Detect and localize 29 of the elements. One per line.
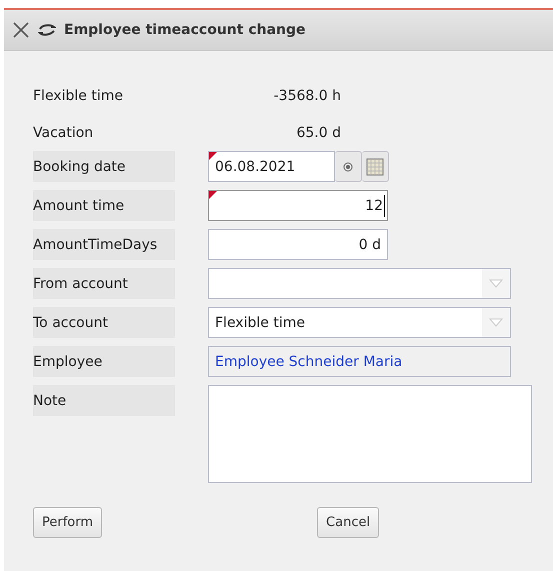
field-label: To account [33, 307, 175, 338]
field-label: From account [33, 268, 175, 299]
swap-arrows-icon [38, 24, 56, 36]
date-field[interactable]: 06.08.2021 [208, 151, 335, 182]
radio-dot-icon [343, 162, 353, 172]
number-field[interactable]: 12 [208, 190, 388, 221]
field-label: AmountTimeDays [33, 229, 175, 260]
field-label: Flexible time [33, 88, 124, 104]
number-field[interactable]: 0 d [208, 229, 388, 260]
note-field[interactable] [208, 385, 532, 483]
dropdown-field[interactable]: Flexible time [208, 307, 511, 338]
action-button[interactable]: Cancel [317, 507, 380, 538]
action-button[interactable]: Perform [33, 507, 102, 538]
dropdown-arrow-icon [489, 318, 503, 327]
field-label: Employee [33, 346, 175, 377]
field-label: Booking date [33, 151, 175, 182]
calendar-button[interactable] [362, 151, 389, 182]
field-label: Vacation [33, 124, 94, 140]
dropdown-arrow-icon [489, 279, 503, 288]
calendar-icon [366, 158, 384, 176]
field-label: Note [33, 385, 175, 416]
field-value: 65.0 d [295, 124, 341, 140]
window-title: Employee timeaccount change [64, 22, 306, 38]
field-label: Amount time [33, 190, 175, 221]
dropdown-field[interactable] [208, 268, 511, 299]
close-icon[interactable] [12, 21, 30, 39]
clear-button[interactable] [335, 151, 362, 182]
employee-link[interactable]: Employee Schneider Maria [208, 346, 511, 377]
field-value: -3568.0 h [272, 88, 341, 104]
